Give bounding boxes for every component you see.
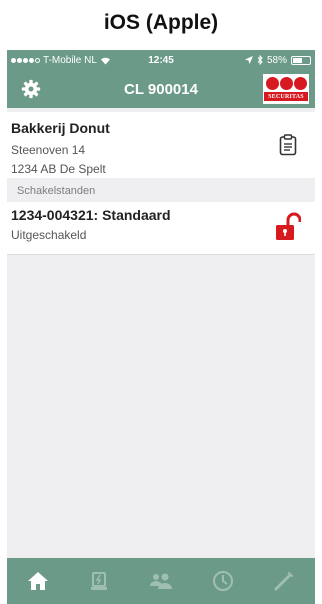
tab-contacts[interactable] [147, 567, 175, 595]
caption: iOS (Apple) [103, 11, 219, 34]
tab-alarm[interactable] [85, 567, 113, 595]
history-icon [212, 571, 233, 591]
phone-screen: T-Mobile NL 12:45 58% CL 900014 SECURITA… [7, 50, 315, 604]
alarm-icon [91, 572, 108, 590]
battery-icon [291, 55, 311, 65]
test-icon [274, 572, 294, 591]
location-card[interactable]: Bakkerij Donut Steenoven 14 1234 AB De S… [7, 112, 315, 178]
state-title: 1234-004321: Standaard [11, 207, 171, 223]
unlocked-padlock-icon[interactable] [275, 212, 301, 242]
section-header: Schakelstanden [7, 180, 315, 202]
home-icon [27, 572, 48, 590]
section-header-label: Schakelstanden [17, 185, 96, 197]
navigation-bar: CL 900014 SECURITAS [7, 70, 315, 108]
status-right: 58% [244, 54, 311, 66]
battery-percent: 58% [266, 54, 287, 66]
state-status: Uitgeschakeld [11, 228, 87, 242]
bluetooth-icon [257, 55, 263, 65]
switch-state-row[interactable]: 1234-004321: Standaard Uitgeschakeld [7, 202, 315, 255]
tab-home[interactable] [24, 567, 52, 595]
status-bar: T-Mobile NL 12:45 58% [7, 50, 315, 70]
logo-text: SECURITAS [264, 92, 308, 101]
tab-test[interactable] [270, 567, 298, 595]
contacts-icon [149, 573, 172, 589]
tab-history[interactable] [209, 567, 237, 595]
clipboard-icon[interactable] [279, 134, 297, 156]
location-street: Steenoven 14 [11, 143, 86, 157]
securitas-logo: SECURITAS [263, 74, 309, 104]
location-city: 1234 AB De Spelt [11, 162, 106, 176]
location-name: Bakkerij Donut [11, 120, 110, 136]
location-arrow-icon [244, 56, 253, 64]
tab-bar [7, 558, 315, 604]
